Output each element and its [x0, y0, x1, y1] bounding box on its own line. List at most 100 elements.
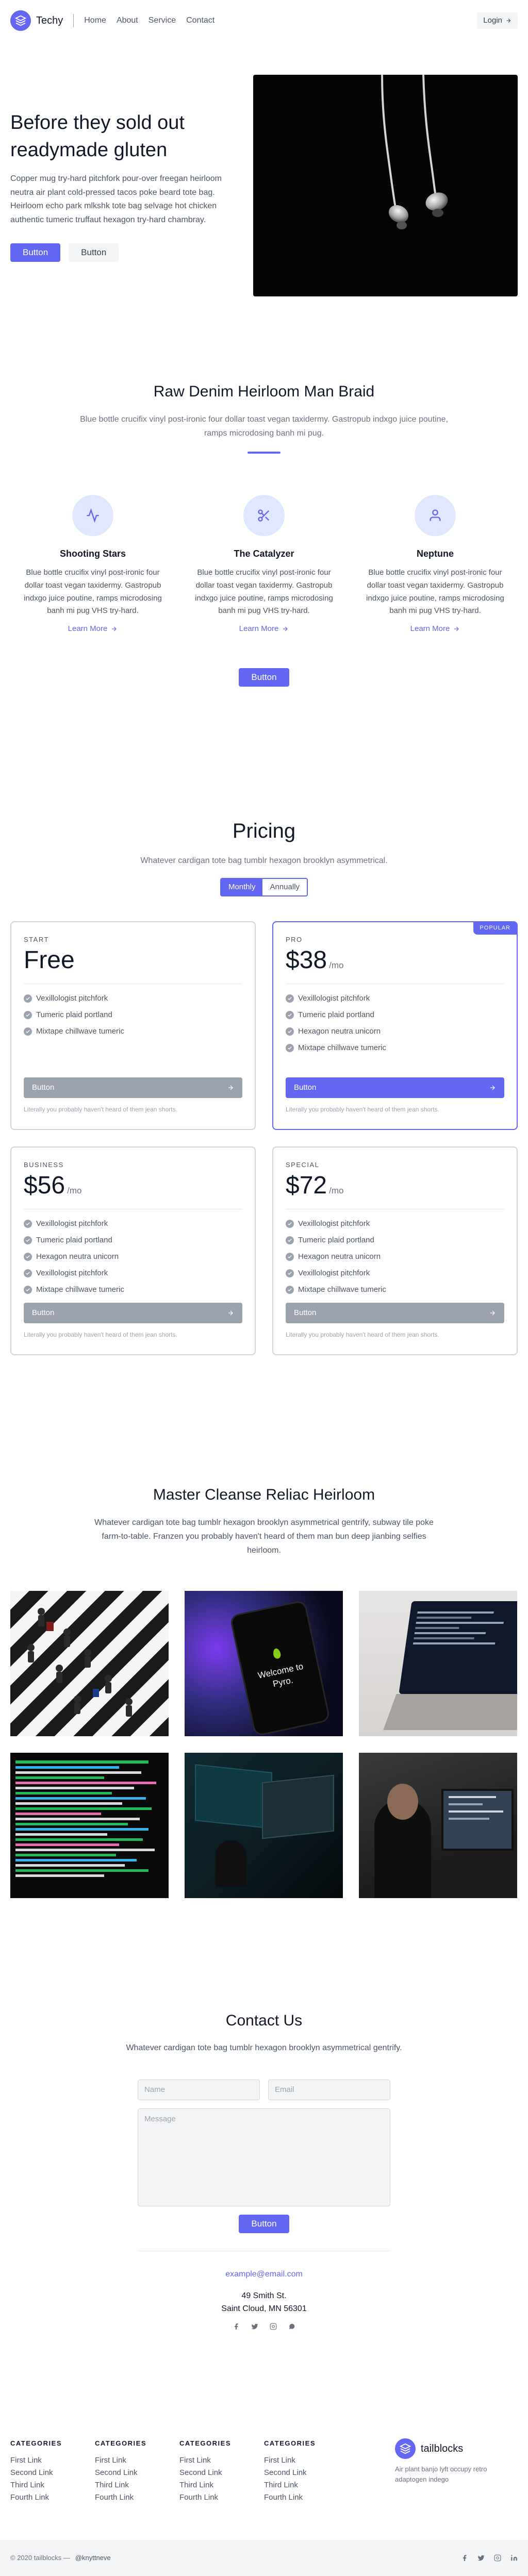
toggle-monthly[interactable]: Monthly	[221, 879, 263, 896]
features-section: Raw Denim Heirloom Man Braid Blue bottle…	[0, 330, 528, 753]
address-line-1: 49 Smith St.	[241, 2291, 287, 2301]
plan-feature-label: Vexillologist pitchfork	[298, 1219, 370, 1228]
learn-more-link[interactable]: Learn More	[410, 623, 460, 635]
features-button[interactable]: Button	[239, 668, 289, 687]
footer-link[interactable]: Fourth Link	[95, 2491, 179, 2504]
footer-column: CATEGORIES First Link Second Link Third …	[10, 2438, 95, 2504]
gallery-image-developer[interactable]	[359, 1752, 517, 1898]
gallery-image-crosswalk[interactable]	[10, 1590, 169, 1736]
plan-feature-label: Mixtape chillwave tumeric	[36, 1026, 124, 1036]
footer-link[interactable]: Fourth Link	[179, 2491, 264, 2504]
plan-feature-label: Vexillologist pitchfork	[298, 993, 370, 1003]
brand-logo[interactable]: Techy	[10, 10, 63, 31]
footer-link[interactable]: Third Link	[95, 2479, 179, 2491]
plan-feature: Vexillologist pitchfork	[286, 1267, 504, 1279]
twitter-handle-link[interactable]: @knyttneve	[75, 2553, 111, 2564]
plan-feature: Vexillologist pitchfork	[24, 992, 242, 1005]
footer-link[interactable]: First Link	[179, 2454, 264, 2467]
twitter-icon[interactable]	[251, 2323, 258, 2330]
learn-more-link[interactable]: Learn More	[68, 623, 118, 635]
check-icon	[286, 1285, 294, 1294]
pricing-subtitle: Whatever cardigan tote bag tumblr hexago…	[140, 856, 388, 865]
plan-button[interactable]: Button	[24, 1077, 242, 1099]
nav-contact[interactable]: Contact	[186, 14, 214, 27]
instagram-icon[interactable]	[270, 2323, 277, 2330]
nav-service[interactable]: Service	[148, 14, 176, 27]
check-icon	[24, 1285, 32, 1294]
plan-button[interactable]: Button	[24, 1303, 242, 1324]
footer-brand-name: tailblocks	[421, 2443, 464, 2454]
footer-heading: CATEGORIES	[95, 2439, 146, 2447]
hero-secondary-button[interactable]: Button	[69, 243, 119, 262]
facebook-icon[interactable]	[461, 2554, 468, 2562]
plan-button[interactable]: Button	[286, 1303, 504, 1324]
footer-link[interactable]: Second Link	[179, 2467, 264, 2479]
plan-feature-label: Hexagon neutra unicorn	[36, 1252, 119, 1261]
price-period: /mo	[67, 1185, 82, 1195]
send-button[interactable]: Button	[239, 2214, 289, 2233]
check-icon	[24, 1252, 32, 1261]
price-value: $72	[286, 1171, 327, 1199]
pricing-section: Pricing Whatever cardigan tote bag tumbl…	[0, 753, 528, 1433]
plan-button-label: Button	[294, 1308, 317, 1318]
login-button[interactable]: Login	[477, 12, 518, 29]
message-field[interactable]: Message	[138, 2108, 390, 2206]
footer-link[interactable]: Second Link	[95, 2467, 179, 2479]
footer-link[interactable]: Third Link	[10, 2479, 95, 2491]
name-field[interactable]: Name	[138, 2079, 260, 2100]
contact-title: Contact Us	[225, 2012, 303, 2029]
plan-button[interactable]: Button	[286, 1077, 504, 1099]
nav-about[interactable]: About	[117, 14, 138, 27]
nav-home[interactable]: Home	[84, 14, 106, 27]
price-period: /mo	[329, 1185, 344, 1195]
plan-feature-label: Hexagon neutra unicorn	[298, 1252, 381, 1261]
contact-email-link[interactable]: example@email.com	[138, 2268, 390, 2281]
footer-bottom-bar: © 2020 tailblocks — @knyttneve	[0, 2540, 528, 2576]
gallery-image-laptop-code[interactable]	[359, 1590, 517, 1736]
plan-price: $56/mo	[24, 1171, 242, 1209]
gallery-title: Master Cleanse Reliac Heirloom	[153, 1486, 375, 1503]
plan-feature: Hexagon neutra unicorn	[24, 1251, 242, 1263]
linkedin-icon[interactable]	[510, 2554, 518, 2562]
footer-description: Air plant banjo lyft occupy retro adapto…	[395, 2465, 487, 2483]
gallery-image-dark-workspace[interactable]	[185, 1752, 343, 1898]
email-field[interactable]: Email	[268, 2079, 390, 2100]
plan-card-featured: POPULAR PRO $38/mo Vexillologist pitchfo…	[272, 921, 518, 1131]
brand-name: Techy	[36, 15, 63, 26]
plan-note: Literally you probably haven't heard of …	[24, 1331, 177, 1338]
contact-info: example@email.com 49 Smith St. Saint Clo…	[138, 2250, 390, 2330]
footer-link[interactable]: Fourth Link	[10, 2491, 95, 2504]
feature-text: Blue bottle crucifix vinyl post-ironic f…	[195, 568, 333, 616]
hero-primary-button[interactable]: Button	[10, 243, 61, 262]
learn-more-link[interactable]: Learn More	[239, 623, 289, 635]
chat-icon[interactable]	[288, 2323, 295, 2330]
footer-link[interactable]: Second Link	[10, 2467, 95, 2479]
arrow-right-icon	[283, 626, 288, 631]
plan-price: Free	[24, 945, 242, 984]
plan-features: Vexillologist pitchfork Tumeric plaid po…	[286, 992, 504, 1054]
footer-link[interactable]: Second Link	[264, 2467, 349, 2479]
site-footer: CATEGORIES First Link Second Link Third …	[0, 2397, 528, 2576]
feature-card: Shooting Stars Blue bottle crucifix viny…	[15, 495, 170, 635]
gallery-image-code-screen[interactable]	[10, 1752, 169, 1898]
footer-link[interactable]: Third Link	[179, 2479, 264, 2491]
instagram-icon[interactable]	[494, 2554, 501, 2562]
facebook-icon[interactable]	[233, 2323, 240, 2330]
site-header: Techy Home About Service Contact Login	[0, 0, 528, 41]
footer-link[interactable]: Third Link	[264, 2479, 349, 2491]
footer-link[interactable]: Fourth Link	[264, 2491, 349, 2504]
plan-feature: Vexillologist pitchfork	[286, 1218, 504, 1230]
twitter-icon[interactable]	[477, 2554, 485, 2562]
price-value: $38	[286, 946, 327, 974]
footer-link[interactable]: First Link	[10, 2454, 95, 2467]
toggle-annually[interactable]: Annually	[262, 879, 307, 895]
gallery-image-phone[interactable]: Welcome to Pyro.	[185, 1590, 343, 1736]
check-icon	[286, 1269, 294, 1277]
plan-button-label: Button	[294, 1083, 317, 1092]
footer-link[interactable]: First Link	[95, 2454, 179, 2467]
plan-feature-label: Vexillologist pitchfork	[36, 1219, 108, 1228]
footer-link[interactable]: First Link	[264, 2454, 349, 2467]
footer-logo[interactable]: tailblocks	[395, 2438, 514, 2459]
plan-feature-label: Vexillologist pitchfork	[36, 993, 108, 1003]
feature-title: Shooting Stars	[59, 549, 126, 559]
